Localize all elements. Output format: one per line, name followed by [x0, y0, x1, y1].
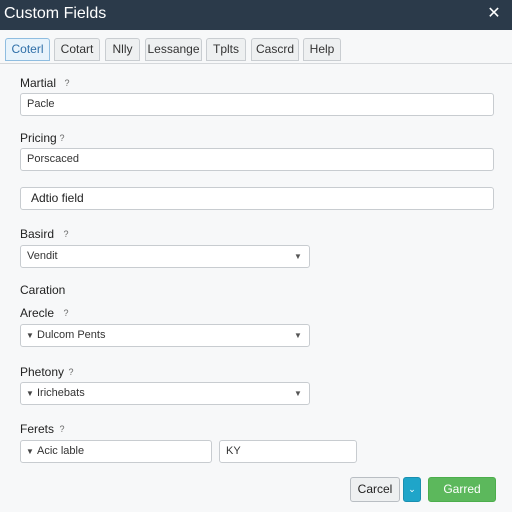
split-dropdown-button[interactable]: ⌄: [403, 477, 421, 502]
primary-button[interactable]: Garred: [428, 477, 496, 502]
tab-lessange[interactable]: Lessange: [145, 38, 202, 61]
arecle-label: Arecle: [20, 306, 55, 320]
phetony-label: Phetony: [20, 365, 65, 379]
phetony-help-icon[interactable]: ?: [66, 365, 76, 379]
tab-bar: Coterl Cotart Nlly Lessange Tplts Cascrd…: [0, 30, 512, 64]
basird-value: Vendit: [27, 250, 58, 262]
tab-tplts[interactable]: Tplts: [206, 38, 246, 61]
ferets-secondary-input[interactable]: KY: [219, 440, 357, 463]
ferets-help-icon[interactable]: ?: [57, 422, 67, 436]
close-icon[interactable]: ✕: [486, 4, 502, 24]
cancel-button[interactable]: Carcel: [350, 477, 400, 502]
section-heading: Caration: [20, 283, 66, 297]
tab-coterl[interactable]: Coterl: [5, 38, 50, 61]
triangle-down-icon: ▼: [26, 389, 34, 398]
martial-help-icon[interactable]: ?: [62, 76, 72, 90]
tab-cascrd[interactable]: Cascrd: [251, 38, 299, 61]
ferets-label: Ferets: [20, 422, 55, 436]
chevron-down-icon: ▼: [294, 331, 302, 340]
tab-help[interactable]: Help: [303, 38, 341, 61]
chevron-down-icon: ▼: [294, 389, 302, 398]
pricing-help-icon[interactable]: ?: [57, 131, 67, 145]
pricing-label: Pricing: [20, 131, 57, 145]
martial-input[interactable]: Pacle: [20, 93, 494, 116]
tab-cotart[interactable]: Cotart: [54, 38, 100, 61]
add-field-button[interactable]: Adtio field: [20, 187, 494, 210]
triangle-down-icon: ▼: [26, 447, 34, 456]
ferets-select[interactable]: ▼ Acic lable: [20, 440, 212, 463]
phetony-value: Irichebats: [37, 387, 85, 399]
basird-label: Basird: [20, 227, 55, 241]
martial-label: Martial: [20, 76, 57, 90]
triangle-down-icon: ▼: [26, 331, 34, 340]
basird-help-icon[interactable]: ?: [61, 227, 71, 241]
tab-nlly[interactable]: Nlly: [105, 38, 140, 61]
tab-divider: [0, 63, 512, 64]
title-bar: Custom Fields ✕: [0, 0, 512, 30]
arecle-select[interactable]: ▼ Dulcom Pents ▼: [20, 324, 310, 347]
phetony-select[interactable]: ▼ Irichebats ▼: [20, 382, 310, 405]
chevron-down-icon: ▼: [294, 252, 302, 261]
ferets-value: Acic lable: [37, 445, 85, 457]
arecle-help-icon[interactable]: ?: [61, 306, 71, 320]
pricing-input[interactable]: Porscaced: [20, 148, 494, 171]
window-title: Custom Fields: [4, 5, 107, 22]
basird-select[interactable]: Vendit ▼: [20, 245, 310, 268]
arecle-value: Dulcom Pents: [37, 329, 106, 341]
